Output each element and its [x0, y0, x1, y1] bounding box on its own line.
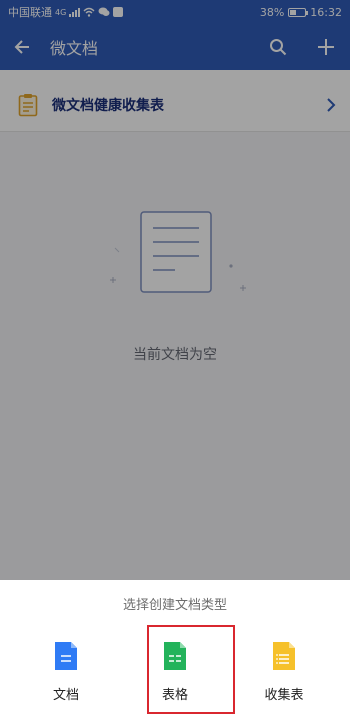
dim-overlay[interactable] [0, 0, 350, 580]
create-doc-option[interactable]: 文档 [26, 640, 106, 710]
create-collect-form-option[interactable]: 收集表 [244, 640, 324, 710]
collect-form-icon [271, 640, 297, 672]
create-collect-form-label: 收集表 [264, 688, 304, 703]
highlight-box [147, 625, 235, 714]
sheet-title: 选择创建文档类型 [122, 598, 227, 613]
create-doc-label: 文档 [52, 688, 79, 703]
document-icon [53, 640, 79, 672]
